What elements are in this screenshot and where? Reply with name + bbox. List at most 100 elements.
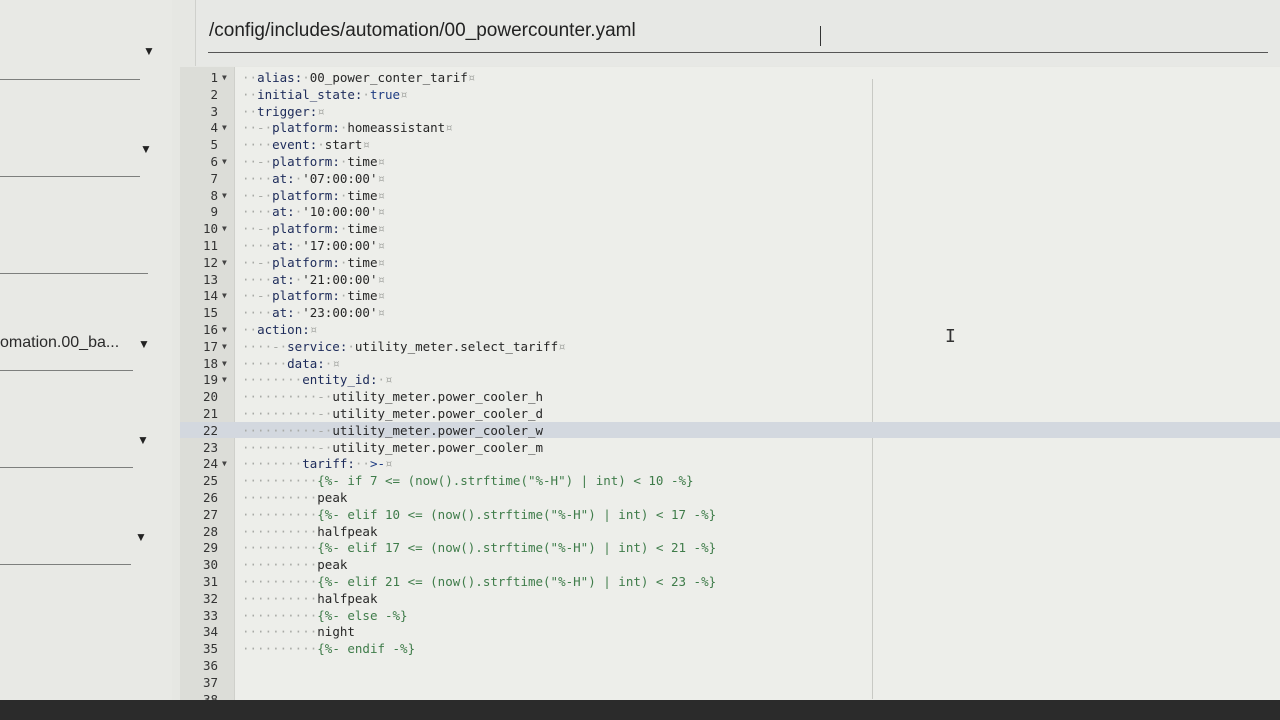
code-line[interactable]: 23 ··········-·utility_meter.power_cooler… <box>180 439 1280 456</box>
line-number: 8 <box>210 187 218 203</box>
screen-bezel <box>0 700 1280 720</box>
code-text: ··-·platform:·time¤ <box>242 221 386 237</box>
code-line[interactable]: 19 ▼ ········entity_id:·¤ <box>180 371 1280 388</box>
code-text: ··········{%- elif 10 <= (now().strftime… <box>242 506 717 522</box>
fold-toggle-icon[interactable]: ▼ <box>222 338 227 355</box>
code-text: ··········-·utility_meter.power_cooler_d <box>242 406 544 421</box>
chevron-down-icon[interactable]: ▼ <box>137 433 149 447</box>
code-line[interactable]: 3 ··trigger:¤ <box>180 103 1280 120</box>
code-text: ··-·platform:·time¤ <box>242 288 386 304</box>
line-number: 20 <box>202 389 218 405</box>
code-line[interactable]: 5 ····event:·start¤ <box>180 136 1280 153</box>
fold-toggle-icon[interactable]: ▼ <box>222 287 227 304</box>
code-line[interactable]: 38 <box>180 691 1280 700</box>
line-number: 19 <box>202 372 218 388</box>
code-line[interactable]: 28 ··········halfpeak <box>180 523 1280 540</box>
code-line[interactable]: 6 ▼ ··-·platform:·time¤ <box>180 153 1280 170</box>
code-text: ··-·platform:·homeassistant¤ <box>242 120 453 136</box>
code-text: ··········{%- endif -%} <box>242 641 416 657</box>
code-line[interactable]: 16 ▼ ··action:¤ <box>180 321 1280 338</box>
code-text: ··-·platform:·time¤ <box>242 187 386 203</box>
line-number: 32 <box>202 590 218 606</box>
line-number: 1 <box>210 70 218 85</box>
chevron-down-icon[interactable]: ▼ <box>135 530 147 544</box>
code-line[interactable]: 34 ··········night <box>180 623 1280 640</box>
line-number: 7 <box>210 170 218 186</box>
code-line[interactable]: 22 ··········-·utility_meter.power_cooler… <box>180 422 1280 439</box>
sidebar-divider <box>0 467 133 468</box>
line-number: 30 <box>202 557 218 573</box>
fold-toggle-icon[interactable]: ▼ <box>222 69 227 86</box>
code-line[interactable]: 37 <box>180 674 1280 691</box>
code-text: ··········halfpeak <box>242 590 378 606</box>
code-text: ··alias:·00_power_conter_tarif¤ <box>242 70 476 85</box>
code-line[interactable]: 2 ··initial_state:·true¤ <box>180 86 1280 103</box>
file-path[interactable]: /config/includes/automation/00_powercoun… <box>209 20 636 42</box>
code-line[interactable]: 25 ··········{%- if 7 <= (now().strftime(… <box>180 472 1280 489</box>
code-line[interactable]: 8 ▼ ··-·platform:·time¤ <box>180 187 1280 204</box>
i-beam-cursor-icon: I <box>945 326 956 347</box>
fold-toggle-icon[interactable]: ▼ <box>222 254 227 271</box>
code-line[interactable]: 32 ··········halfpeak <box>180 590 1280 607</box>
fold-toggle-icon[interactable]: ▼ <box>222 153 227 170</box>
code-line[interactable]: 30 ··········peak <box>180 556 1280 573</box>
code-line[interactable]: 7 ····at:·'07:00:00'¤ <box>180 170 1280 187</box>
sidebar-divider <box>0 564 131 565</box>
code-line[interactable]: 12 ▼ ··-·platform:·time¤ <box>180 254 1280 271</box>
code-line[interactable]: 24 ▼ ········tariff:··>-¤ <box>180 455 1280 472</box>
code-text: ····at:·'21:00:00'¤ <box>242 271 386 287</box>
code-line[interactable]: 11 ····at:·'17:00:00'¤ <box>180 237 1280 254</box>
line-number: 4 <box>210 120 218 136</box>
line-number: 15 <box>202 305 218 321</box>
code-line[interactable]: 1 ▼ ··alias:·00_power_conter_tarif¤ <box>180 69 1280 86</box>
fold-toggle-icon[interactable]: ▼ <box>222 371 227 388</box>
line-number: 21 <box>202 406 218 421</box>
code-line[interactable]: 17 ▼ ····-·service:·utility_meter.select_t… <box>180 338 1280 355</box>
fold-toggle-icon[interactable]: ▼ <box>222 321 227 338</box>
code-text: ····event:·start¤ <box>242 137 370 153</box>
line-number: 22 <box>202 422 218 438</box>
code-text: ··········halfpeak <box>242 523 378 539</box>
chevron-down-icon[interactable]: ▼ <box>143 44 155 58</box>
code-line[interactable]: 31 ··········{%- elif 21 <= (now().strfti… <box>180 573 1280 590</box>
code-line[interactable]: 14 ▼ ··-·platform:·time¤ <box>180 287 1280 304</box>
code-line[interactable]: 10 ▼ ··-·platform:·time¤ <box>180 220 1280 237</box>
code-line[interactable]: 9 ····at:·'10:00:00'¤ <box>180 203 1280 220</box>
code-line[interactable]: 20 ··········-·utility_meter.power_cooler… <box>180 388 1280 405</box>
line-number: 24 <box>202 456 218 472</box>
code-line[interactable]: 33 ··········{%- else -%} <box>180 607 1280 624</box>
code-text: ··········-·utility_meter.power_cooler_w <box>242 422 544 438</box>
code-line[interactable]: 15 ····at:·'23:00:00'¤ <box>180 304 1280 321</box>
line-number: 12 <box>202 254 218 270</box>
fold-toggle-icon[interactable]: ▼ <box>222 187 227 204</box>
sidebar-item-label[interactable]: omation.00_ba... <box>0 334 119 352</box>
chevron-down-icon[interactable]: ▼ <box>138 337 150 351</box>
code-editor[interactable]: 1 ▼ ··alias:·00_power_conter_tarif¤ 2 ··init… <box>180 67 1280 700</box>
code-line[interactable]: 18 ▼ ······data:·¤ <box>180 355 1280 372</box>
code-text: ··trigger:¤ <box>242 103 325 119</box>
code-text: ··········night <box>242 624 355 640</box>
sidebar-divider <box>0 176 140 177</box>
code-text: ····at:·'10:00:00'¤ <box>242 204 386 220</box>
line-number: 2 <box>210 86 218 102</box>
fold-toggle-icon[interactable]: ▼ <box>222 119 227 136</box>
fold-toggle-icon[interactable]: ▼ <box>222 220 227 237</box>
line-number: 5 <box>210 137 218 153</box>
code-text: ··········{%- if 7 <= (now().strftime("%… <box>242 473 694 489</box>
code-line[interactable]: 36 <box>180 657 1280 674</box>
line-number: 38 <box>202 691 218 700</box>
code-line[interactable]: 35 ··········{%- endif -%} <box>180 640 1280 657</box>
code-line[interactable]: 21 ··········-·utility_meter.power_cooler… <box>180 405 1280 422</box>
line-number: 14 <box>202 288 218 304</box>
line-number: 11 <box>202 238 218 253</box>
fold-toggle-icon[interactable]: ▼ <box>222 455 227 472</box>
code-text: ··········peak <box>242 557 348 573</box>
code-line[interactable]: 4 ▼ ··-·platform:·homeassistant¤ <box>180 119 1280 136</box>
code-line[interactable]: 13 ····at:·'21:00:00'¤ <box>180 271 1280 288</box>
chevron-down-icon[interactable]: ▼ <box>140 142 152 156</box>
fold-toggle-icon[interactable]: ▼ <box>222 355 227 372</box>
code-line[interactable]: 27 ··········{%- elif 10 <= (now().strfti… <box>180 506 1280 523</box>
code-line[interactable]: 26 ··········peak <box>180 489 1280 506</box>
code-line[interactable]: 29 ··········{%- elif 17 <= (now().strfti… <box>180 539 1280 556</box>
line-number: 6 <box>210 154 218 169</box>
